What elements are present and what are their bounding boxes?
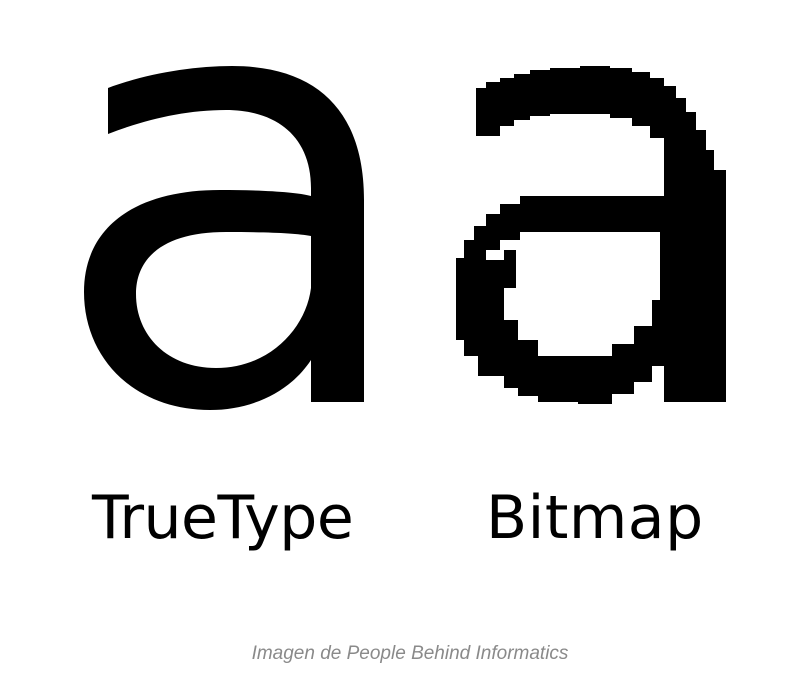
truetype-glyph-a bbox=[84, 66, 364, 410]
truetype-label: TrueType bbox=[92, 483, 354, 553]
bitmap-label: Bitmap bbox=[486, 483, 704, 553]
font-comparison-figure: TrueType Bitmap bbox=[0, 0, 790, 600]
bitmap-glyph-a bbox=[456, 66, 726, 404]
image-caption: Imagen de People Behind Informatics bbox=[251, 643, 569, 664]
